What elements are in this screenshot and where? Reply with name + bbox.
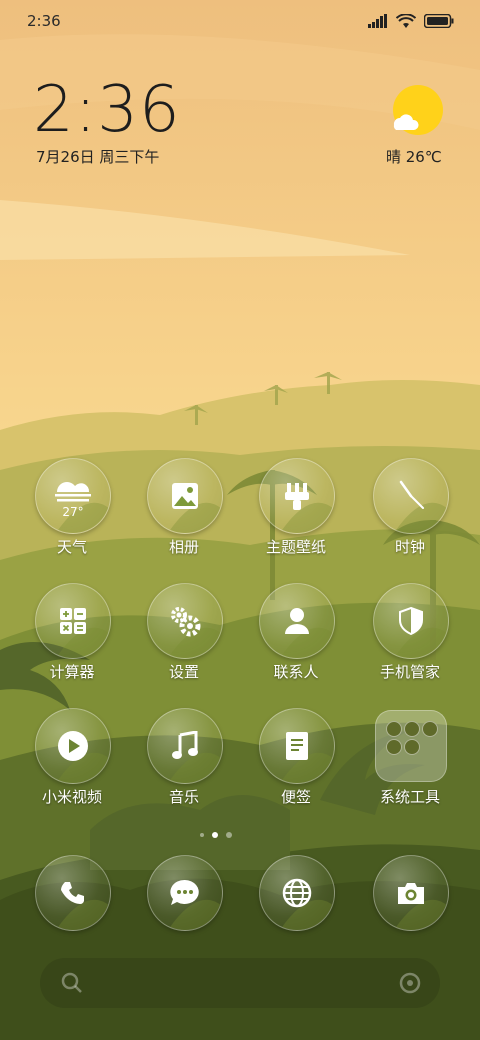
page-dot <box>200 833 204 837</box>
app-label: 音乐 <box>168 788 199 806</box>
app-label: 设置 <box>168 663 199 681</box>
app-icon-bubble <box>373 458 449 534</box>
app-security[interactable]: 手机管家 <box>355 583 465 693</box>
dock-camera[interactable] <box>355 855 465 965</box>
shield-icon <box>399 607 423 635</box>
app-icon-bubble <box>373 583 449 659</box>
app-icon-bubble <box>259 708 335 784</box>
note-icon <box>286 732 308 760</box>
weather-icon: 27° <box>55 482 91 518</box>
brush-icon <box>285 483 309 510</box>
app-label: 相册 <box>168 538 199 556</box>
app-label: 系统工具 <box>379 788 440 806</box>
voice-assistant-icon[interactable] <box>398 971 422 995</box>
signal-icon <box>368 14 387 28</box>
play-icon <box>58 731 88 761</box>
music-note-icon <box>172 731 198 759</box>
clock-widget-date: 7月26日 周三下午 <box>36 148 160 166</box>
app-label: 便签 <box>280 788 311 806</box>
app-icon-bubble <box>259 583 335 659</box>
app-system-tools-folder[interactable]: 系统工具 <box>355 708 465 818</box>
search-icon <box>61 972 82 993</box>
app-notes[interactable]: 便签 <box>241 708 351 818</box>
app-calculator[interactable]: 计算器 <box>17 583 127 693</box>
person-icon <box>285 608 309 634</box>
app-icon-bubble <box>35 583 111 659</box>
app-settings[interactable]: 设置 <box>129 583 239 693</box>
app-icon-bubble <box>259 855 335 931</box>
app-label: 手机管家 <box>379 663 440 681</box>
calculator-icon <box>60 608 86 634</box>
app-icon-bubble <box>373 855 449 931</box>
sun-cloud-icon[interactable] <box>389 83 447 141</box>
app-weather[interactable]: 27° 天气 <box>17 458 127 568</box>
search-bar[interactable] <box>40 958 440 1008</box>
app-icon-bubble <box>35 855 111 931</box>
status-time: 2:36 <box>27 12 61 30</box>
app-label: 天气 <box>56 538 87 556</box>
status-bar: 2:36 <box>0 0 480 42</box>
app-label: 时钟 <box>394 538 425 556</box>
app-label: 小米视频 <box>41 788 102 806</box>
browser-icon <box>282 878 312 908</box>
app-label: 联系人 <box>273 663 319 681</box>
page-dot <box>226 832 232 838</box>
status-icons <box>368 12 454 30</box>
wifi-icon <box>396 13 416 28</box>
gallery-icon <box>172 483 198 509</box>
app-icon-bubble: 27° <box>35 458 111 534</box>
phone-icon <box>61 882 84 904</box>
app-themes[interactable]: 主题壁纸 <box>241 458 351 568</box>
app-label: 计算器 <box>49 663 95 681</box>
app-mi-video[interactable]: 小米视频 <box>17 708 127 818</box>
app-icon-bubble <box>147 458 223 534</box>
app-gallery[interactable]: 相册 <box>129 458 239 568</box>
weather-temp-text: 27° <box>62 505 83 518</box>
app-music[interactable]: 音乐 <box>129 708 239 818</box>
folder-icon <box>375 710 447 782</box>
app-icon-bubble <box>147 855 223 931</box>
battery-icon <box>424 14 454 28</box>
page-dot-active <box>212 832 218 838</box>
app-icon-bubble <box>147 583 223 659</box>
dock-phone[interactable] <box>17 855 127 965</box>
dock-messages[interactable] <box>129 855 239 965</box>
gear-icon <box>171 607 201 637</box>
app-contacts[interactable]: 联系人 <box>241 583 351 693</box>
app-clock[interactable]: 时钟 <box>355 458 465 568</box>
dock-browser[interactable] <box>241 855 351 965</box>
app-icon-bubble <box>147 708 223 784</box>
weather-widget-text: 晴 26℃ <box>386 148 442 166</box>
camera-icon <box>398 883 424 904</box>
app-icon-bubble <box>35 708 111 784</box>
clock-icon <box>399 480 424 509</box>
message-icon <box>170 879 199 905</box>
app-icon-bubble <box>259 458 335 534</box>
clock-widget-time[interactable]: 2:36 <box>33 74 181 146</box>
page-indicator <box>200 832 232 838</box>
app-label: 主题壁纸 <box>265 538 326 556</box>
